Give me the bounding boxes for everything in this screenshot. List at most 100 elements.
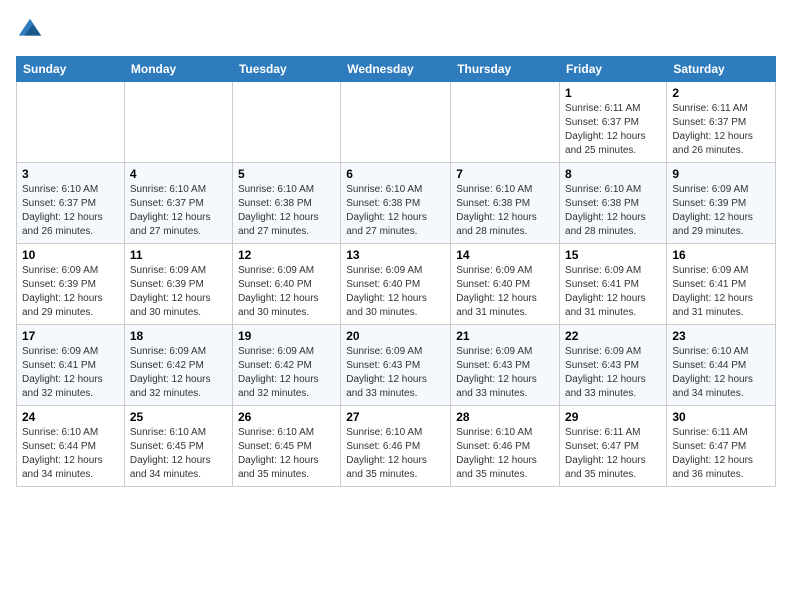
day-info: Sunrise: 6:11 AM Sunset: 6:37 PM Dayligh…: [672, 102, 770, 158]
day-info: Sunrise: 6:09 AM Sunset: 6:40 PM Dayligh…: [456, 264, 554, 320]
calendar-cell: 17 Sunrise: 6:09 AM Sunset: 6:41 PM Dayli…: [17, 325, 125, 406]
column-header-wednesday: Wednesday: [341, 57, 451, 82]
column-header-sunday: Sunday: [17, 57, 125, 82]
day-number: 14: [456, 248, 554, 262]
day-number: 17: [22, 329, 119, 343]
calendar-cell: 10 Sunrise: 6:09 AM Sunset: 6:39 PM Dayli…: [17, 244, 125, 325]
day-number: 27: [346, 410, 445, 424]
calendar-cell: 14 Sunrise: 6:09 AM Sunset: 6:40 PM Dayli…: [451, 244, 560, 325]
day-number: 23: [672, 329, 770, 343]
day-info: Sunrise: 6:10 AM Sunset: 6:38 PM Dayligh…: [238, 183, 335, 239]
day-info: Sunrise: 6:09 AM Sunset: 6:39 PM Dayligh…: [672, 183, 770, 239]
calendar-cell: 12 Sunrise: 6:09 AM Sunset: 6:40 PM Dayli…: [232, 244, 340, 325]
day-info: Sunrise: 6:10 AM Sunset: 6:38 PM Dayligh…: [565, 183, 661, 239]
calendar-cell: 26 Sunrise: 6:10 AM Sunset: 6:45 PM Dayli…: [232, 406, 340, 487]
calendar-cell: [124, 82, 232, 163]
day-number: 4: [130, 167, 227, 181]
day-info: Sunrise: 6:10 AM Sunset: 6:45 PM Dayligh…: [130, 426, 227, 482]
calendar-cell: 29 Sunrise: 6:11 AM Sunset: 6:47 PM Dayli…: [560, 406, 667, 487]
day-info: Sunrise: 6:09 AM Sunset: 6:40 PM Dayligh…: [238, 264, 335, 320]
calendar-cell: 6Sunrise: 6:10 AM Sunset: 6:38 PM Daylig…: [341, 163, 451, 244]
day-number: 26: [238, 410, 335, 424]
day-info: Sunrise: 6:10 AM Sunset: 6:46 PM Dayligh…: [346, 426, 445, 482]
day-info: Sunrise: 6:09 AM Sunset: 6:40 PM Dayligh…: [346, 264, 445, 320]
day-info: Sunrise: 6:10 AM Sunset: 6:38 PM Dayligh…: [456, 183, 554, 239]
day-number: 12: [238, 248, 335, 262]
calendar-header-row: SundayMondayTuesdayWednesdayThursdayFrid…: [17, 57, 776, 82]
calendar-cell: 5 Sunrise: 6:10 AM Sunset: 6:38 PM Daylig…: [232, 163, 340, 244]
page-header: [16, 16, 776, 44]
day-number: 22: [565, 329, 661, 343]
calendar-cell: 15Sunrise: 6:09 AM Sunset: 6:41 PM Dayli…: [560, 244, 667, 325]
day-info: Sunrise: 6:10 AM Sunset: 6:46 PM Dayligh…: [456, 426, 554, 482]
calendar-cell: 1 Sunrise: 6:11 AM Sunset: 6:37 PM Daylig…: [560, 82, 667, 163]
day-info: Sunrise: 6:10 AM Sunset: 6:37 PM Dayligh…: [130, 183, 227, 239]
day-info: Sunrise: 6:09 AM Sunset: 6:43 PM Dayligh…: [456, 345, 554, 401]
calendar-cell: 7 Sunrise: 6:10 AM Sunset: 6:38 PM Daylig…: [451, 163, 560, 244]
calendar-cell: 16 Sunrise: 6:09 AM Sunset: 6:41 PM Dayli…: [667, 244, 776, 325]
calendar-cell: 24 Sunrise: 6:10 AM Sunset: 6:44 PM Dayli…: [17, 406, 125, 487]
day-info: Sunrise: 6:10 AM Sunset: 6:45 PM Dayligh…: [238, 426, 335, 482]
day-info: Sunrise: 6:10 AM Sunset: 6:44 PM Dayligh…: [672, 345, 770, 401]
calendar-cell: [341, 82, 451, 163]
day-number: 20: [346, 329, 445, 343]
day-info: Sunrise: 6:10 AM Sunset: 6:38 PM Dayligh…: [346, 183, 445, 239]
calendar-cell: [232, 82, 340, 163]
calendar-cell: 19Sunrise: 6:09 AM Sunset: 6:42 PM Dayli…: [232, 325, 340, 406]
day-info: Sunrise: 6:09 AM Sunset: 6:41 PM Dayligh…: [565, 264, 661, 320]
day-info: Sunrise: 6:09 AM Sunset: 6:41 PM Dayligh…: [22, 345, 119, 401]
day-info: Sunrise: 6:09 AM Sunset: 6:43 PM Dayligh…: [346, 345, 445, 401]
day-number: 13: [346, 248, 445, 262]
calendar-cell: 28 Sunrise: 6:10 AM Sunset: 6:46 PM Dayli…: [451, 406, 560, 487]
day-number: 16: [672, 248, 770, 262]
day-number: 28: [456, 410, 554, 424]
day-number: 2: [672, 86, 770, 100]
logo-icon: [16, 16, 44, 44]
column-header-friday: Friday: [560, 57, 667, 82]
calendar-cell: 22Sunrise: 6:09 AM Sunset: 6:43 PM Dayli…: [560, 325, 667, 406]
calendar-cell: 4 Sunrise: 6:10 AM Sunset: 6:37 PM Daylig…: [124, 163, 232, 244]
day-number: 8: [565, 167, 661, 181]
calendar-cell: 2 Sunrise: 6:11 AM Sunset: 6:37 PM Daylig…: [667, 82, 776, 163]
day-info: Sunrise: 6:09 AM Sunset: 6:41 PM Dayligh…: [672, 264, 770, 320]
day-number: 21: [456, 329, 554, 343]
day-number: 25: [130, 410, 227, 424]
day-number: 7: [456, 167, 554, 181]
day-info: Sunrise: 6:10 AM Sunset: 6:44 PM Dayligh…: [22, 426, 119, 482]
day-info: Sunrise: 6:09 AM Sunset: 6:39 PM Dayligh…: [130, 264, 227, 320]
calendar-cell: 21 Sunrise: 6:09 AM Sunset: 6:43 PM Dayli…: [451, 325, 560, 406]
calendar-cell: 3 Sunrise: 6:10 AM Sunset: 6:37 PM Daylig…: [17, 163, 125, 244]
day-info: Sunrise: 6:10 AM Sunset: 6:37 PM Dayligh…: [22, 183, 119, 239]
calendar-cell: 23 Sunrise: 6:10 AM Sunset: 6:44 PM Dayli…: [667, 325, 776, 406]
day-number: 9: [672, 167, 770, 181]
day-info: Sunrise: 6:09 AM Sunset: 6:42 PM Dayligh…: [130, 345, 227, 401]
day-info: Sunrise: 6:11 AM Sunset: 6:47 PM Dayligh…: [565, 426, 661, 482]
day-number: 30: [672, 410, 770, 424]
day-number: 3: [22, 167, 119, 181]
calendar-cell: 18Sunrise: 6:09 AM Sunset: 6:42 PM Dayli…: [124, 325, 232, 406]
day-number: 10: [22, 248, 119, 262]
column-header-monday: Monday: [124, 57, 232, 82]
day-number: 19: [238, 329, 335, 343]
calendar-cell: 11 Sunrise: 6:09 AM Sunset: 6:39 PM Dayli…: [124, 244, 232, 325]
day-number: 5: [238, 167, 335, 181]
calendar-table: SundayMondayTuesdayWednesdayThursdayFrid…: [16, 56, 776, 487]
calendar-cell: [17, 82, 125, 163]
day-number: 11: [130, 248, 227, 262]
week-row-3: 10 Sunrise: 6:09 AM Sunset: 6:39 PM Dayli…: [17, 244, 776, 325]
column-header-tuesday: Tuesday: [232, 57, 340, 82]
day-info: Sunrise: 6:09 AM Sunset: 6:39 PM Dayligh…: [22, 264, 119, 320]
day-info: Sunrise: 6:11 AM Sunset: 6:37 PM Dayligh…: [565, 102, 661, 158]
calendar-cell: [451, 82, 560, 163]
calendar-cell: 8 Sunrise: 6:10 AM Sunset: 6:38 PM Daylig…: [560, 163, 667, 244]
day-number: 24: [22, 410, 119, 424]
calendar-cell: 9 Sunrise: 6:09 AM Sunset: 6:39 PM Daylig…: [667, 163, 776, 244]
day-number: 1: [565, 86, 661, 100]
day-number: 29: [565, 410, 661, 424]
calendar-cell: 27 Sunrise: 6:10 AM Sunset: 6:46 PM Dayli…: [341, 406, 451, 487]
week-row-4: 17 Sunrise: 6:09 AM Sunset: 6:41 PM Dayli…: [17, 325, 776, 406]
calendar-cell: 13 Sunrise: 6:09 AM Sunset: 6:40 PM Dayli…: [341, 244, 451, 325]
calendar-cell: 25 Sunrise: 6:10 AM Sunset: 6:45 PM Dayli…: [124, 406, 232, 487]
week-row-5: 24 Sunrise: 6:10 AM Sunset: 6:44 PM Dayli…: [17, 406, 776, 487]
week-row-2: 3 Sunrise: 6:10 AM Sunset: 6:37 PM Daylig…: [17, 163, 776, 244]
